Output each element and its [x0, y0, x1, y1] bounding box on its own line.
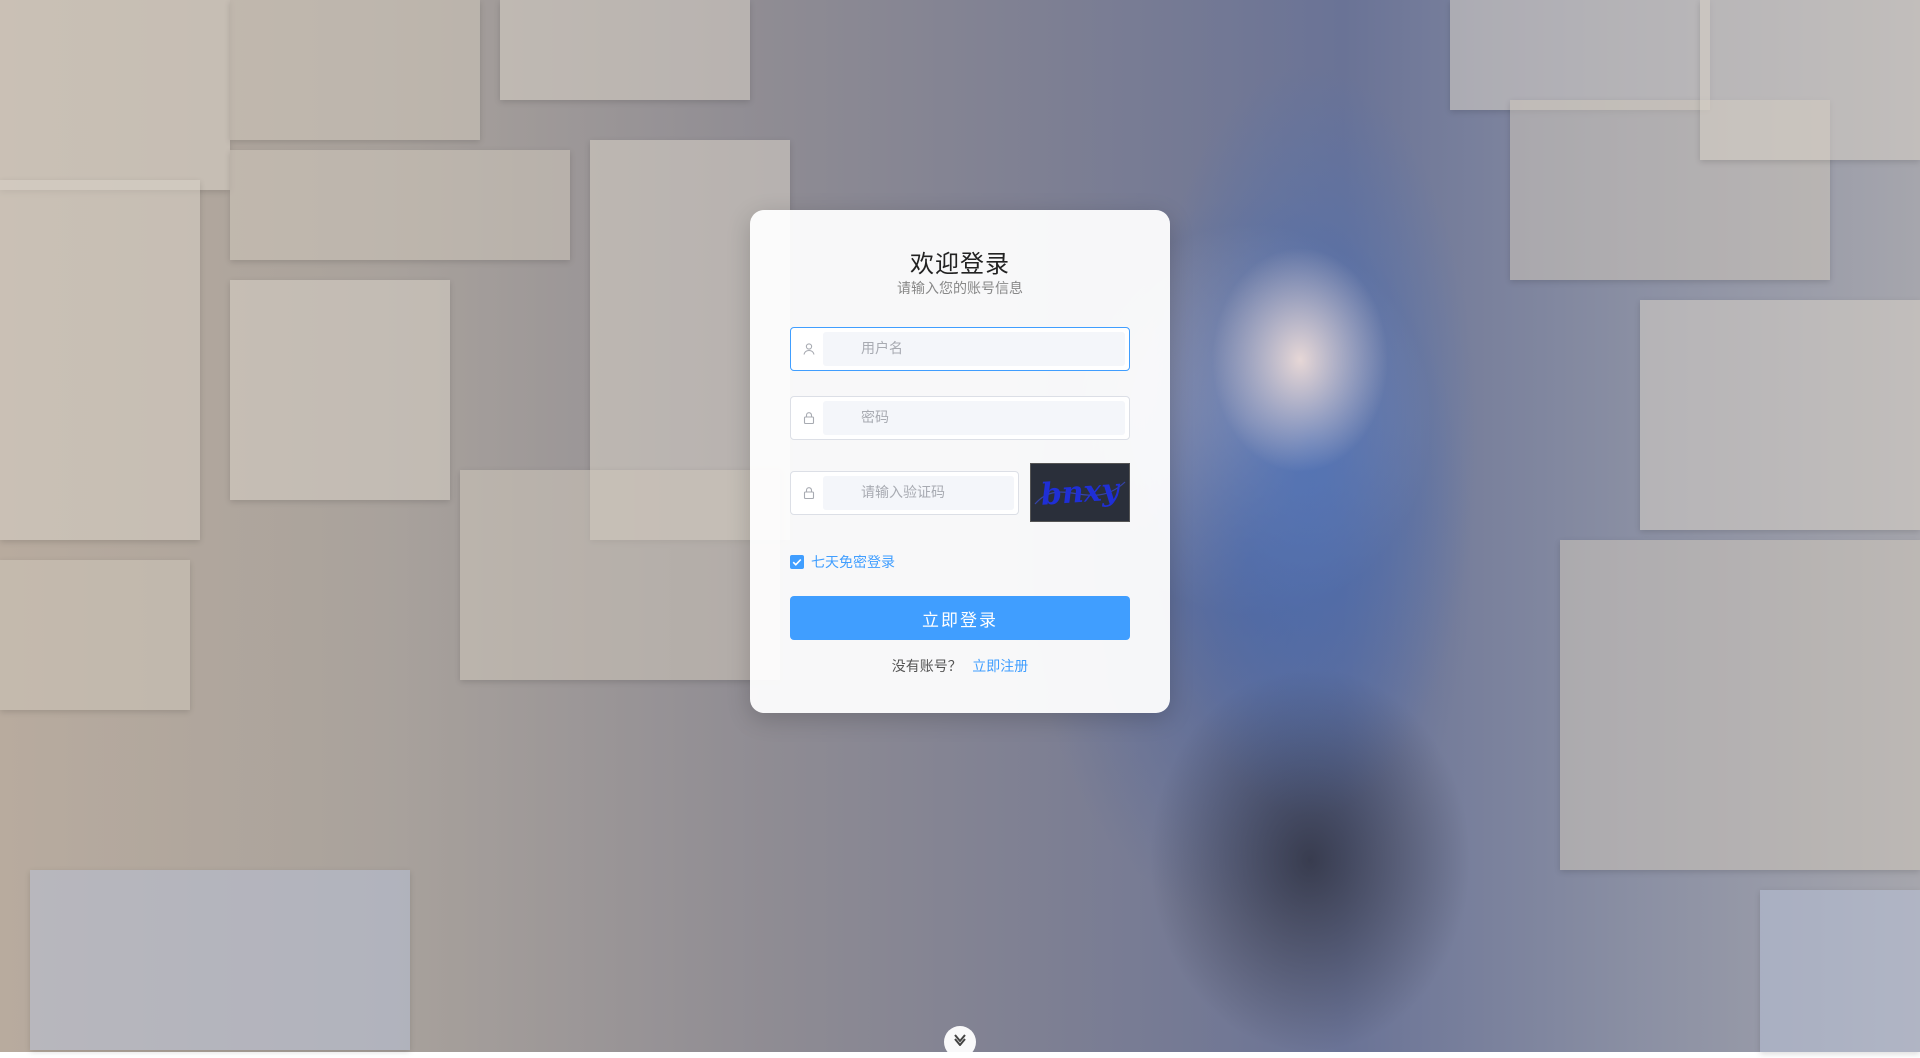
login-card: 欢迎登录 请输入您的账号信息 bnxy 七天免密登录 立即登录 [750, 210, 1170, 713]
background-paper [1640, 300, 1920, 530]
user-icon [801, 341, 817, 357]
background-paper [0, 180, 200, 540]
register-row: 没有账号？ 立即注册 [750, 656, 1170, 676]
background-paper [0, 560, 190, 710]
background-paper [1700, 0, 1920, 160]
register-prompt: 没有账号？ [891, 659, 962, 675]
captcha-input[interactable] [821, 472, 1018, 514]
register-link[interactable]: 立即注册 [972, 659, 1028, 675]
login-subtitle: 请输入您的账号信息 [897, 281, 1023, 297]
remember-me-label: 七天免密登录 [811, 555, 895, 571]
chevron-down-icon [954, 1034, 966, 1046]
lock-icon [801, 485, 817, 501]
background-paper [1760, 890, 1920, 1052]
login-title: 欢迎登录 [910, 250, 1010, 278]
captcha-field [790, 471, 1019, 515]
background-paper [230, 0, 480, 140]
username-field [790, 327, 1130, 371]
password-field [790, 396, 1130, 440]
scroll-down-button[interactable] [944, 1026, 976, 1058]
background-paper [30, 870, 410, 1050]
lock-icon [801, 410, 817, 426]
background-paper [1560, 540, 1920, 870]
background-paper [460, 470, 780, 680]
remember-me-checkbox[interactable]: 七天免密登录 [790, 553, 895, 571]
checkbox-checked-icon[interactable] [790, 555, 804, 569]
login-button[interactable]: 立即登录 [790, 596, 1130, 640]
background-paper [500, 0, 750, 100]
password-input[interactable] [821, 397, 1129, 439]
background-paper [0, 0, 230, 190]
background-paper [230, 280, 450, 500]
username-input[interactable] [821, 328, 1129, 370]
captcha-text: bnxy [1040, 472, 1123, 513]
captcha-image[interactable]: bnxy [1030, 463, 1130, 522]
background-paper [230, 150, 570, 260]
